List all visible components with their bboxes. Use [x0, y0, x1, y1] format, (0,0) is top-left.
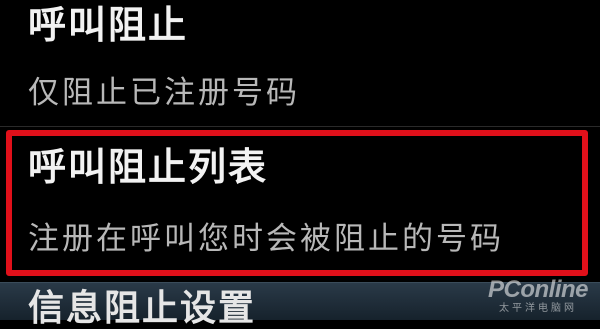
pconline-watermark: PConline 太平洋电脑网 [487, 276, 589, 314]
call-block-title: 呼叫阻止 [28, 3, 189, 47]
watermark-logo: PConline [487, 276, 589, 303]
call-block-summary: 仅阻止已注册号码 [28, 75, 300, 111]
highlight-box [6, 130, 588, 276]
watermark-subtitle: 太平洋电脑网 [498, 303, 577, 314]
call-block-setting[interactable]: 呼叫阻止 仅阻止已注册号码 [0, 0, 600, 120]
message-block-title: 信息阻止设置 [28, 288, 257, 329]
divider [0, 126, 600, 127]
settings-screen: 呼叫阻止 仅阻止已注册号码 呼叫阻止列表 注册在呼叫您时会被阻止的号码 信息阻止… [0, 0, 600, 327]
